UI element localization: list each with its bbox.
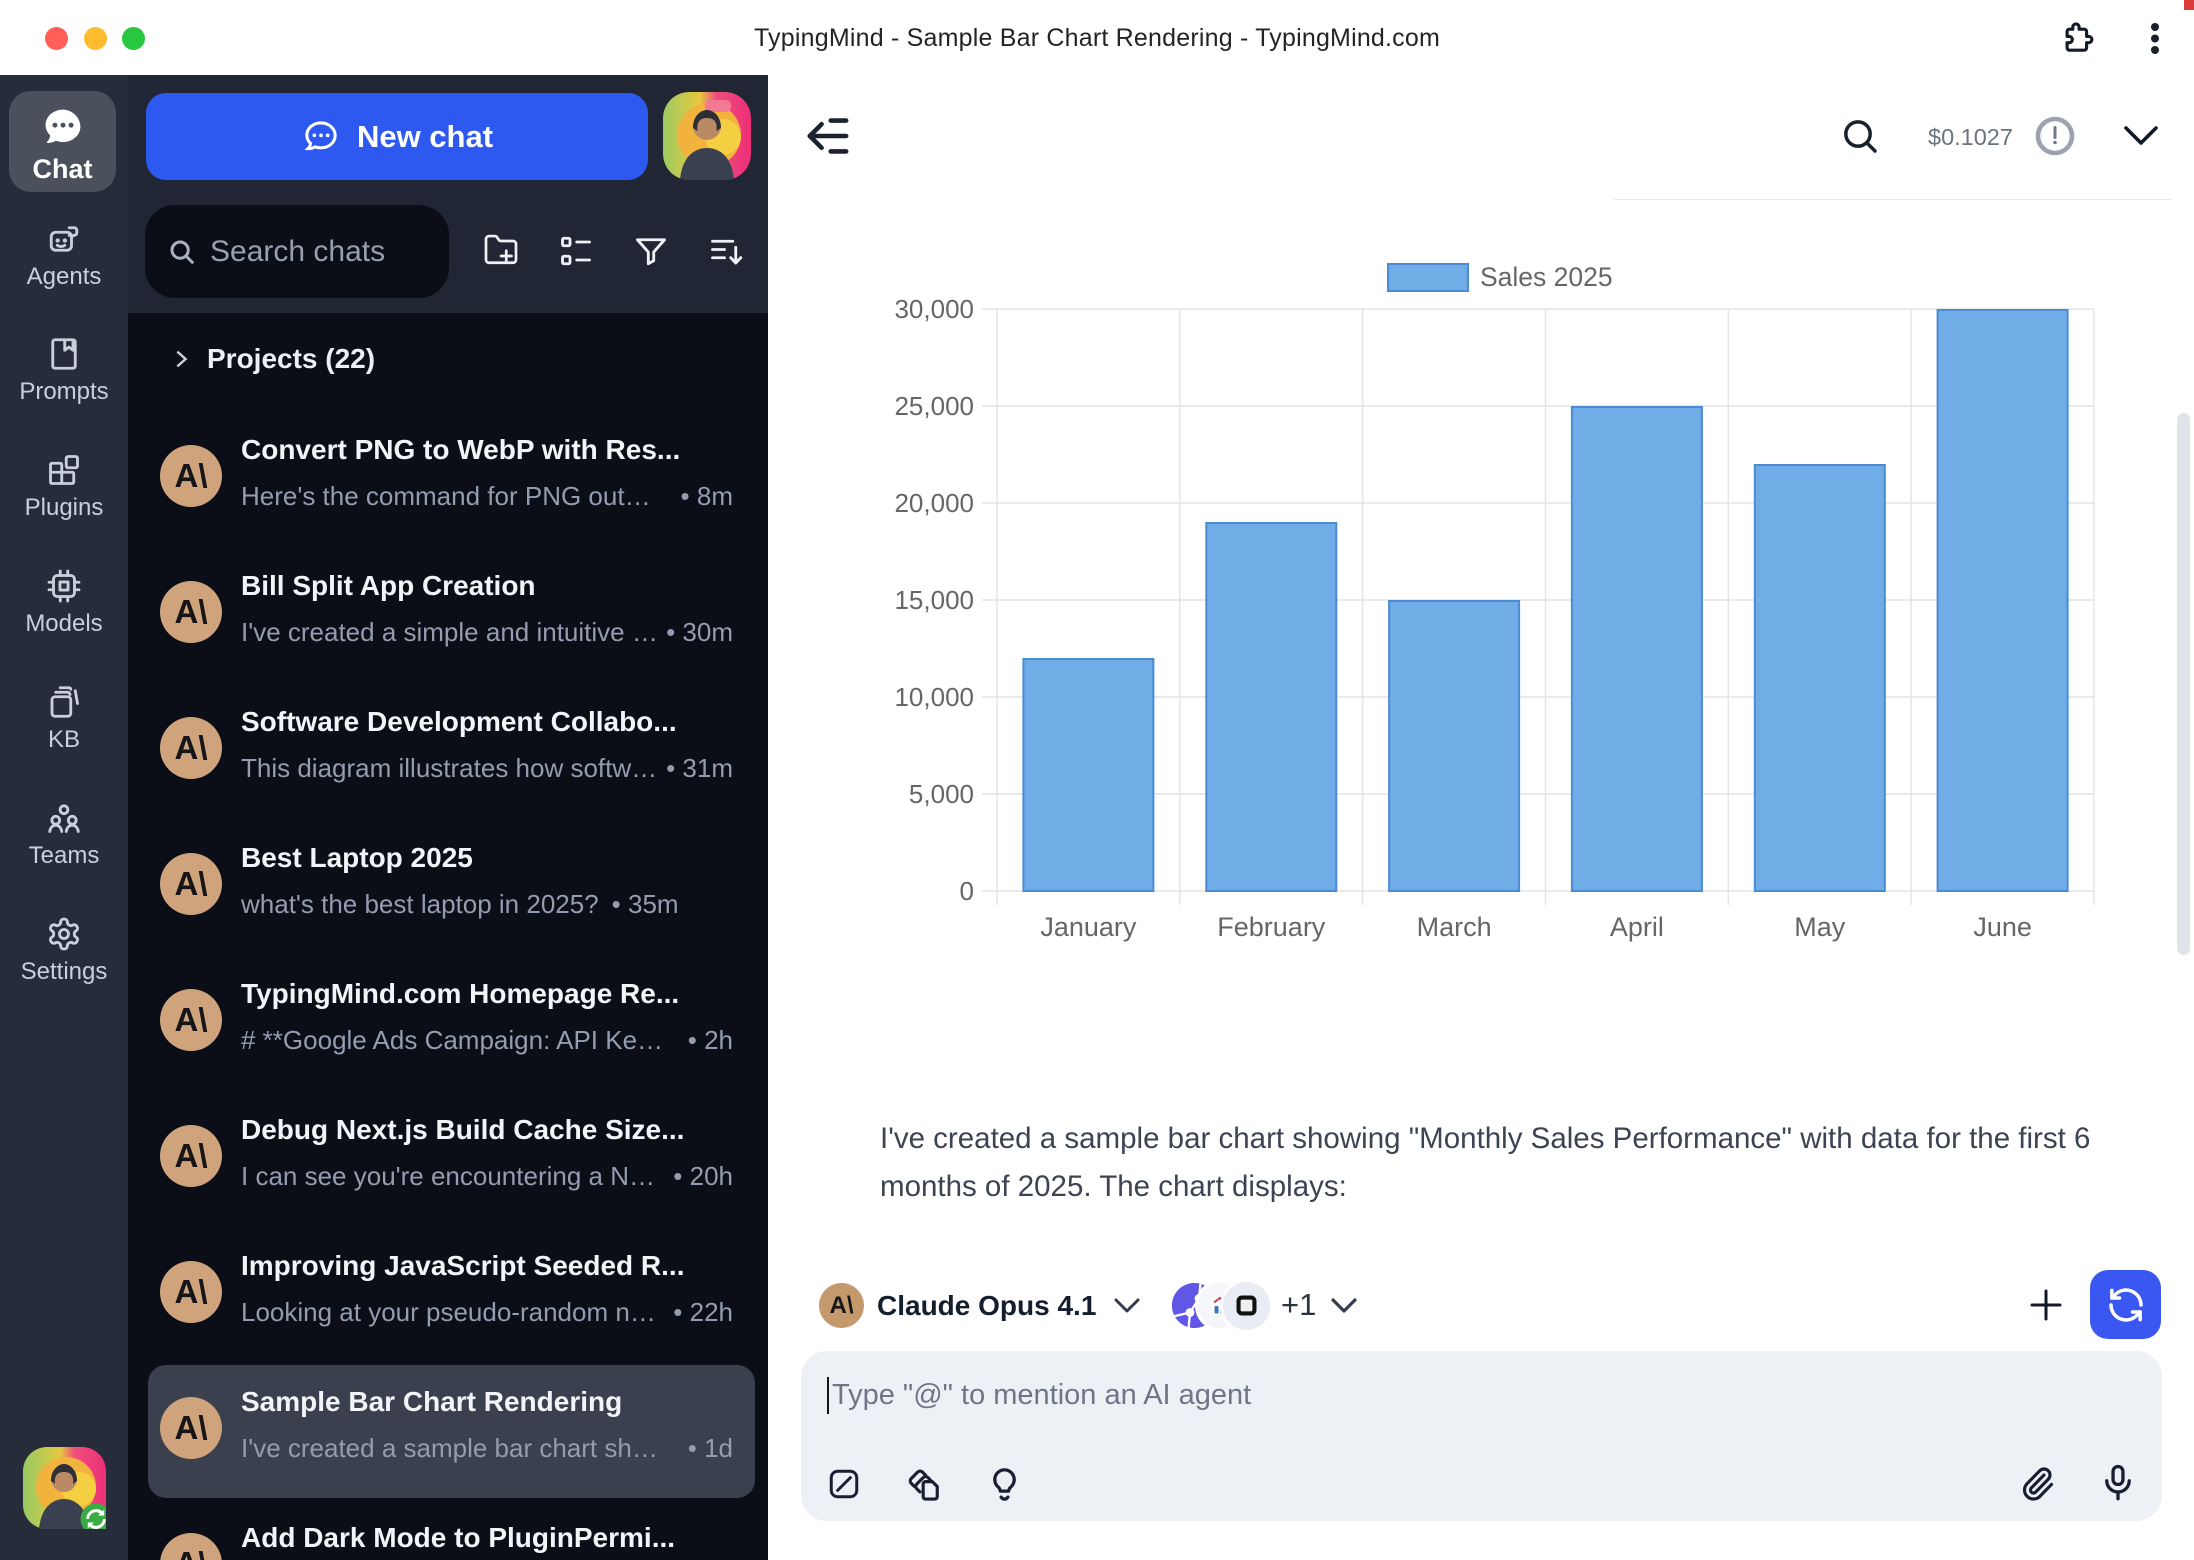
svg-text:30,000: 30,000	[894, 294, 974, 324]
svg-text:April: April	[1610, 912, 1664, 942]
svg-text:25,000: 25,000	[894, 391, 974, 421]
svg-text:Sales 2025: Sales 2025	[1480, 262, 1613, 292]
svg-text:January: January	[1040, 912, 1137, 942]
svg-text:May: May	[1794, 912, 1846, 942]
svg-text:20,000: 20,000	[894, 488, 974, 518]
svg-text:March: March	[1417, 912, 1492, 942]
svg-text:0: 0	[960, 876, 974, 906]
svg-text:February: February	[1217, 912, 1326, 942]
svg-text:5,000: 5,000	[909, 779, 974, 809]
svg-text:10,000: 10,000	[894, 682, 974, 712]
svg-text:15,000: 15,000	[894, 585, 974, 615]
svg-text:June: June	[1973, 912, 2032, 942]
